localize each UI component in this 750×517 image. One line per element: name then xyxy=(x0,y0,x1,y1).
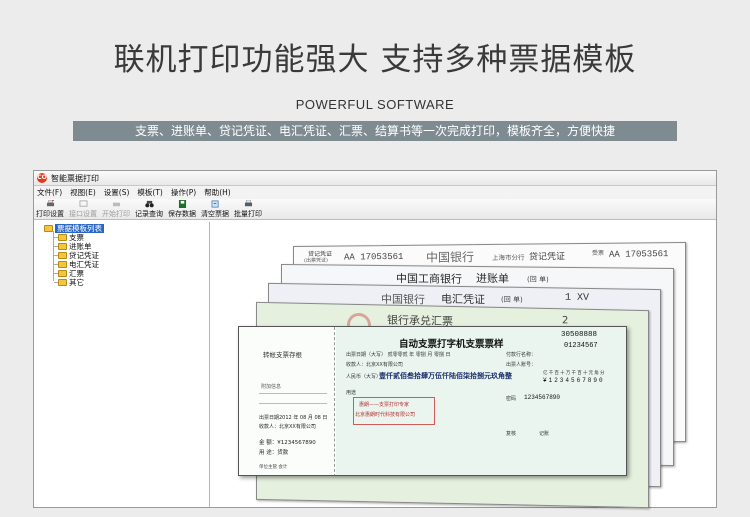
tree-item-wire[interactable]: 电汇凭证 xyxy=(54,260,99,269)
tool-label: 保存数据 xyxy=(168,210,196,218)
tree-item-draft[interactable]: 汇票 xyxy=(54,269,84,278)
menu-template[interactable]: 模板(T) xyxy=(137,187,162,198)
credit-right-label: 受票 xyxy=(592,249,605,257)
interface-icon xyxy=(79,200,87,207)
tool-label: 接口设置 xyxy=(69,210,97,218)
stub-line xyxy=(259,403,327,404)
tree-item-other[interactable]: 其它 xyxy=(54,278,84,287)
cheque-payer-bank: 付款行名称： xyxy=(506,352,537,358)
binoculars-icon xyxy=(144,200,154,208)
cheque-amount-label: 人民币（大写） xyxy=(346,374,382,380)
stub-amount: 金 额：¥1234567890 xyxy=(259,440,316,446)
print-icon xyxy=(112,202,120,207)
credit-number-2: AA 17053561 xyxy=(609,249,669,260)
tree-item-credit[interactable]: 贷记凭证 xyxy=(54,251,99,260)
cheque-password-label: 密码 xyxy=(506,396,517,402)
folder-icon xyxy=(58,279,67,286)
cheque-title: 自动支票打字机支票票样 xyxy=(399,339,504,350)
draft-number: 2 xyxy=(562,315,569,327)
folder-open-icon xyxy=(44,225,53,232)
deposit-suffix: (回 单) xyxy=(527,275,549,284)
folder-icon xyxy=(58,252,67,259)
tool-label: 打印设置 xyxy=(36,210,64,218)
tree-item-label: 贷记凭证 xyxy=(69,251,99,260)
window-title: 智能票据打印 xyxy=(51,173,99,183)
toolbar: 打印设置 接口设置 开始打印 记录查询 保存数据 清空票据 批量打印 xyxy=(34,199,716,220)
wire-type: 电汇凭证 xyxy=(441,292,485,307)
cheque-password-value: 1234567890 xyxy=(524,394,561,401)
tool-label: 记录查询 xyxy=(135,210,163,218)
tree-item-deposit[interactable]: 进账单 xyxy=(54,242,92,251)
stub-unit: 单位主管 会计 xyxy=(259,465,288,470)
cheque-digits-header: 亿千百十万千百十元角分 xyxy=(543,371,606,376)
stub-line xyxy=(259,393,327,394)
credit-branch: 上海市分行 xyxy=(492,253,525,262)
cheque-date-line: 出票日期（大写） 贰零零贰 年 零捌 月 零捌 日 xyxy=(346,352,451,358)
credit-type: 贷记凭证 xyxy=(529,252,566,263)
cheque-book: 记账 xyxy=(539,431,550,437)
interface-settings-button[interactable]: 接口设置 xyxy=(69,200,97,219)
folder-icon xyxy=(58,261,67,268)
tree-item-label: 其它 xyxy=(69,278,84,287)
hero-subtitle: POWERFUL SOFTWARE xyxy=(295,97,455,112)
cheque-payer-account: 出票人账号： xyxy=(506,362,537,368)
tree-root-label: 票据模板列表 xyxy=(55,224,104,233)
tree-item-label: 支票 xyxy=(69,233,84,242)
cheque-ticket[interactable]: 转帐支票存根 附加信息 出票日期2012 年 08 月 08 日 收款人：北京X… xyxy=(238,326,627,476)
save-data-button[interactable]: 保存数据 xyxy=(168,200,196,219)
stub-payee: 收款人：北京XX有限公司 xyxy=(259,424,316,430)
clear-icon xyxy=(211,200,219,208)
hero-banner: 支票、进账单、贷记凭证、电汇凭证、汇票、结算书等一次完成打印，模板齐全，方便快捷 xyxy=(73,121,677,141)
window-titlebar: CO 智能票据打印 xyxy=(34,171,716,186)
save-icon xyxy=(178,200,186,208)
tree-item-label: 进账单 xyxy=(69,242,92,251)
stub-extra: 附加信息 xyxy=(261,384,282,390)
cheque-amount-words: 壹仟贰佰叁拾肆万伍仟陆佰柒拾捌元玖角整 xyxy=(379,372,512,380)
stub-use: 用 途：货款 xyxy=(259,450,289,456)
cheque-serial-2: 01234567 xyxy=(564,342,598,350)
folder-icon xyxy=(58,270,67,277)
wire-suffix: (回 单) xyxy=(501,295,523,304)
print-settings-button[interactable]: 打印设置 xyxy=(36,200,64,219)
template-tree: 票据模板列表 支票 进账单 贷记凭证 电汇凭证 汇票 其它 xyxy=(34,222,210,507)
start-print-button[interactable]: 开始打印 xyxy=(102,200,130,219)
ticket-preview-area: 贷记凭证 (出票凭证) AA 17053561 中国银行 上海市分行 贷记凭证 … xyxy=(211,222,716,509)
menu-bar: 文件(F) 视图(E) 设置(S) 模板(T) 操作(P) 帮助(H) xyxy=(34,186,716,199)
tree-item-cheque[interactable]: 支票 xyxy=(54,233,84,242)
app-logo-icon: CO xyxy=(37,173,47,183)
deposit-type: 进账单 xyxy=(476,271,509,286)
menu-settings[interactable]: 设置(S) xyxy=(104,187,130,198)
cheque-use-label: 用途 xyxy=(346,390,357,396)
folder-icon xyxy=(58,234,67,241)
app-window: CO 智能票据打印 文件(F) 视图(E) 设置(S) 模板(T) 操作(P) … xyxy=(33,170,717,509)
batch-print-icon xyxy=(244,200,252,207)
cheque-payee: 收款人：北京XX有限公司 xyxy=(346,362,403,368)
printer-settings-icon xyxy=(46,200,54,207)
cheque-digits: ¥1234567890 xyxy=(543,377,605,384)
cheque-review: 复核 xyxy=(506,431,517,437)
menu-file[interactable]: 文件(F) xyxy=(37,187,62,198)
menu-help[interactable]: 帮助(H) xyxy=(204,187,231,198)
tool-label: 清空票据 xyxy=(201,210,229,218)
tool-label: 开始打印 xyxy=(102,210,130,218)
cheque-serial: 30508888 xyxy=(561,331,598,339)
tree-item-label: 汇票 xyxy=(69,269,84,278)
clear-tickets-button[interactable]: 清空票据 xyxy=(201,200,229,219)
stub-title: 转帐支票存根 xyxy=(263,351,302,359)
menu-view[interactable]: 视图(E) xyxy=(70,187,96,198)
credit-number: AA 17053561 xyxy=(344,251,404,263)
tool-label: 批量打印 xyxy=(234,210,262,218)
seal-line-1: 惠朗——支票打印专家 xyxy=(359,402,410,408)
seal-line-2: 北京惠朗时代科技有限公司 xyxy=(355,412,416,418)
credit-left-sub: (出票凭证) xyxy=(304,257,328,264)
credit-bank: 中国银行 xyxy=(426,250,475,265)
tree-item-label: 电汇凭证 xyxy=(69,260,99,269)
record-query-button[interactable]: 记录查询 xyxy=(135,200,163,219)
hero-title: 联机打印功能强大 支持多种票据模板 xyxy=(113,42,637,78)
batch-print-button[interactable]: 批量打印 xyxy=(234,200,262,219)
folder-icon xyxy=(58,243,67,250)
stub-date: 出票日期2012 年 08 月 08 日 xyxy=(259,415,328,421)
menu-operation[interactable]: 操作(P) xyxy=(171,187,196,198)
wire-number: 1 XV xyxy=(565,292,590,304)
